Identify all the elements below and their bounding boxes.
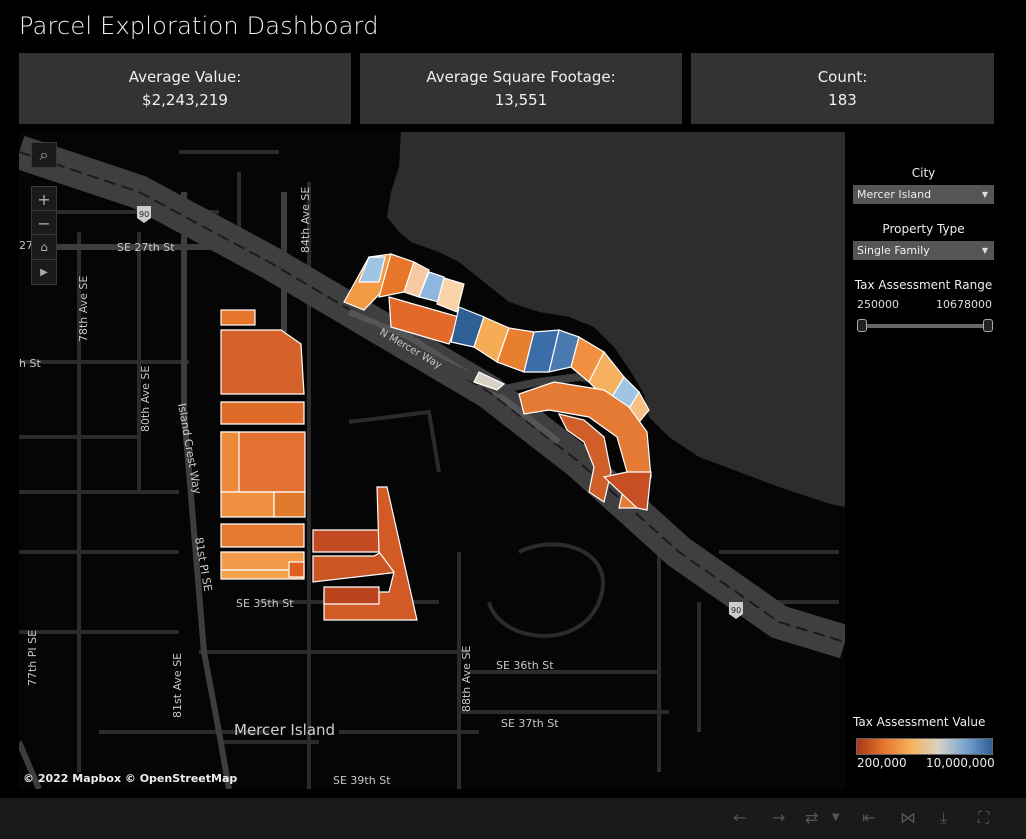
city-dropdown-value: Mercer Island — [857, 188, 932, 201]
label-se-35th-st: SE 35th St — [236, 597, 294, 610]
kpi-label: Average Value: — [128, 67, 242, 86]
undo-icon[interactable]: ← — [733, 808, 746, 827]
label-78th-ave-se: 78th Ave SE — [77, 276, 90, 342]
kpi-label: Average Square Footage: — [426, 67, 616, 86]
i90-shield-2: 90 — [729, 602, 743, 619]
kpi-value: 183 — [828, 90, 857, 109]
zoom-in-icon[interactable]: + — [31, 186, 57, 212]
page-title: Parcel Exploration Dashboard — [19, 12, 379, 40]
legend-max-label: 10,000,000 — [926, 756, 995, 770]
kpi-value: 13,551 — [494, 90, 548, 109]
chevron-down-icon: ▼ — [981, 246, 988, 255]
kpi-average-value: Average Value: $2,243,219 — [19, 53, 351, 124]
kpi-label: Count: — [817, 67, 868, 86]
zoom-out-icon[interactable]: − — [31, 210, 57, 236]
tax-assessment-range-filter: Tax Assessment Range 250000 10678000 — [853, 278, 994, 332]
property-type-label: Property Type — [882, 222, 965, 236]
share-icon[interactable]: ⋈ — [900, 808, 916, 827]
range-min-value[interactable]: 250000 — [857, 298, 899, 311]
legend-title: Tax Assessment Value — [853, 715, 986, 729]
parcel-group-south[interactable] — [312, 486, 418, 621]
city-filter-label: City — [911, 166, 936, 180]
label-se-36th-st: SE 36th St — [496, 659, 554, 672]
label-mercer-island: Mercer Island — [234, 721, 335, 739]
revert-icon[interactable]: ⇄ — [805, 808, 818, 827]
label-77th-pi-se: 77th PI SE — [26, 630, 39, 686]
city-filter: City Mercer Island ▼ — [853, 166, 994, 204]
home-icon[interactable]: ⌂ — [31, 234, 57, 260]
label-81st-ave-se: 81st Ave SE — [171, 653, 184, 718]
label-80th-ave-se: 80th Ave SE — [139, 366, 152, 432]
redo-icon[interactable]: → — [772, 808, 785, 827]
range-slider-min-handle[interactable] — [857, 319, 867, 332]
map-search-icon[interactable]: ⌕ — [31, 142, 57, 168]
label-84th-ave-se: 84th Ave SE — [299, 187, 312, 253]
range-slider-track[interactable] — [857, 319, 993, 332]
download-icon[interactable]: ⤓ — [940, 808, 947, 828]
kpi-count: Count: 183 — [691, 53, 994, 124]
tax-range-label: Tax Assessment Range — [854, 278, 993, 292]
i90-shield-1: 90 — [137, 206, 151, 223]
label-se-27th-st: SE 27th St — [117, 241, 175, 254]
svg-text:90: 90 — [139, 210, 149, 219]
map-canvas: SE 27th St 84th Ave SE 78th Ave SE 80th … — [19, 132, 845, 789]
property-type-value: Single Family — [857, 244, 930, 257]
chevron-down-icon: ▼ — [981, 190, 988, 199]
parcel-map[interactable]: SE 27th St 84th Ave SE 78th Ave SE 80th … — [19, 132, 845, 789]
label-88th-ave-se: 88th Ave SE — [460, 646, 473, 712]
kpi-average-square-footage: Average Square Footage: 13,551 — [360, 53, 682, 124]
city-dropdown[interactable]: Mercer Island ▼ — [853, 185, 994, 204]
label-se-39th-st: SE 39th St — [333, 774, 391, 787]
color-legend-gradient — [856, 738, 993, 755]
svg-text:90: 90 — [731, 606, 741, 615]
label-island-crest-way: Island Crest Way — [175, 402, 204, 495]
property-type-filter: Property Type Single Family ▼ — [853, 222, 994, 260]
range-slider-max-handle[interactable] — [983, 319, 993, 332]
kpi-value: $2,243,219 — [142, 90, 228, 109]
property-type-dropdown[interactable]: Single Family ▼ — [853, 241, 994, 260]
legend-min-label: 200,000 — [857, 756, 907, 770]
first-page-icon[interactable]: ⇤ — [862, 808, 875, 827]
fullscreen-icon[interactable]: ⛶ — [978, 808, 989, 828]
map-attribution: © 2022 Mapbox © OpenStreetMap — [23, 772, 238, 785]
label-h-st: h St — [19, 357, 41, 370]
range-max-value[interactable]: 10678000 — [936, 298, 992, 311]
label-se-37th-st: SE 37th St — [501, 717, 559, 730]
chevron-down-icon[interactable]: ▼ — [832, 812, 840, 823]
pan-tool-icon[interactable]: ▶ — [31, 259, 57, 285]
parcel-group-west[interactable] — [220, 309, 306, 580]
